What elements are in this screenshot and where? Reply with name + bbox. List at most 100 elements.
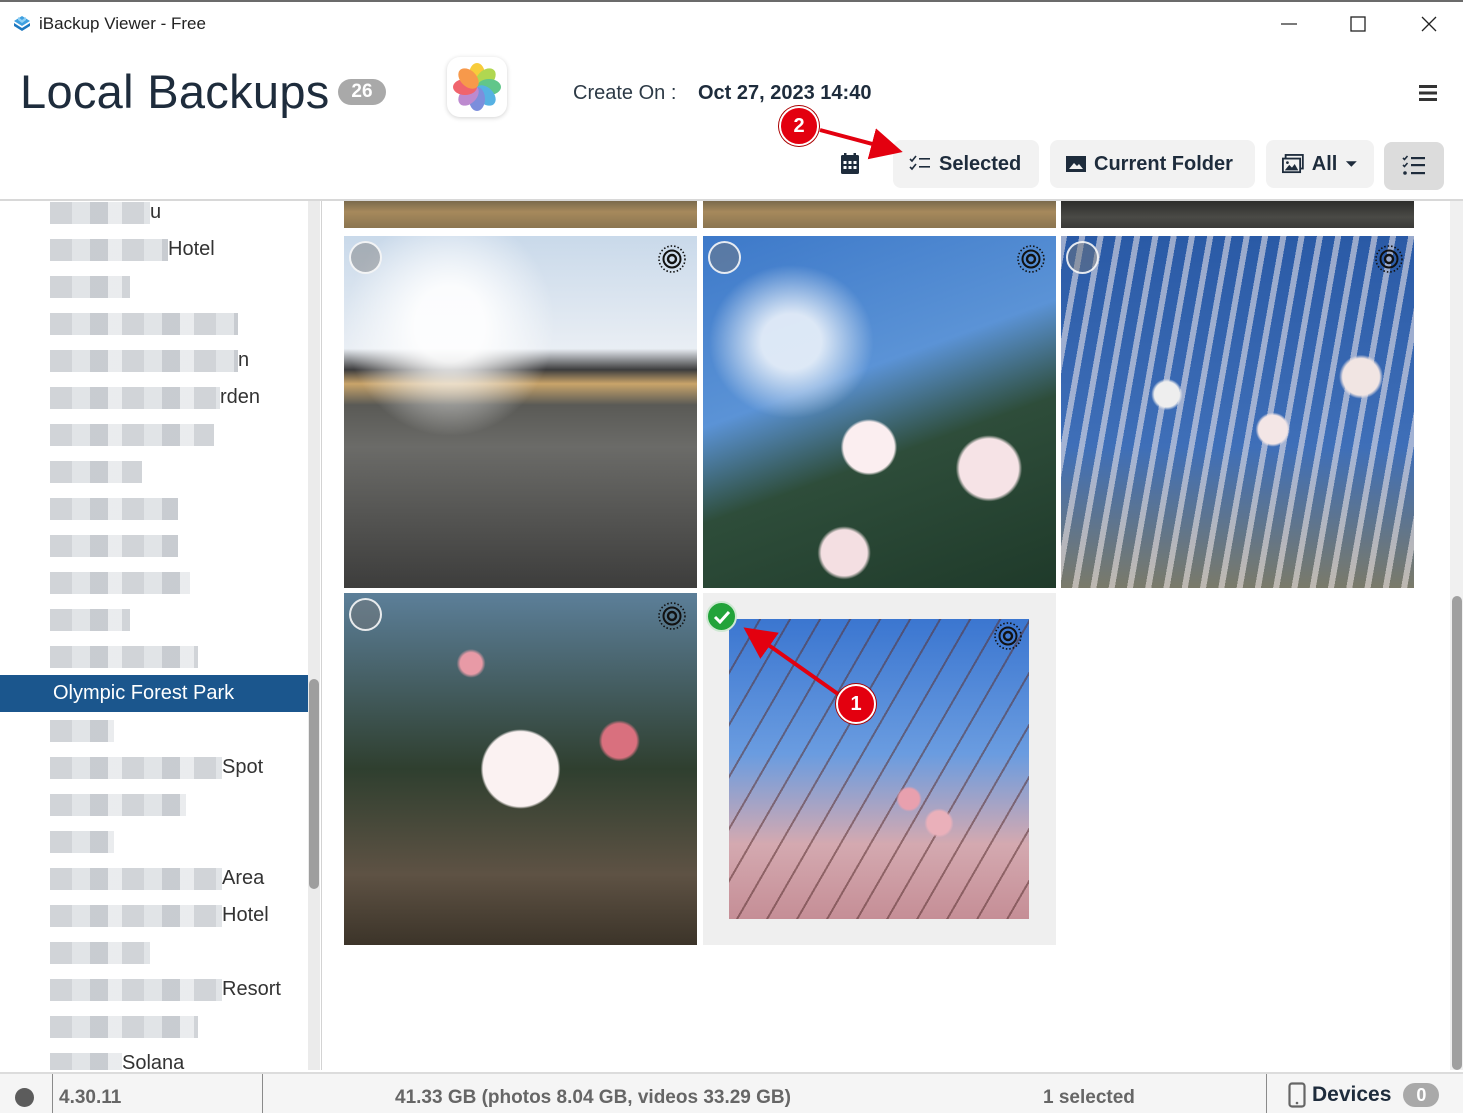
connection-status-icon [15,1088,34,1107]
sidebar-item-label: Solana [122,1052,185,1070]
caret-down-icon [1346,161,1358,167]
photo-image [729,619,1029,919]
redacted-text [50,460,142,483]
sidebar-item[interactable]: rden [0,379,308,416]
sidebar-item[interactable] [0,601,308,638]
selected-button-label: Selected [939,152,1022,175]
minimize-icon [1281,23,1297,25]
window-title: iBackup Viewer - Free [39,14,206,33]
redacted-text [50,719,114,742]
sidebar-item[interactable] [0,490,308,527]
photos-flower-icon [453,63,501,111]
sidebar-item[interactable] [0,305,308,342]
sidebar-item-label: Area [222,867,265,889]
redacted-text [50,534,178,557]
photos-app-icon[interactable] [447,57,507,117]
annotation-marker-2: 2 [779,106,819,146]
redacted-text [50,201,150,224]
photo-thumbnail[interactable] [1061,236,1414,588]
status-bar: 4.30.11 41.33 GB (photos 8.04 GB, videos… [0,1072,1463,1113]
sidebar-item[interactable]: Solana [0,1045,308,1070]
select-checkbox[interactable] [349,598,382,631]
select-checkbox[interactable] [708,241,741,274]
app-logo-icon [14,16,30,31]
redacted-text [50,423,214,446]
redacted-text [50,978,222,1001]
sidebar-item[interactable] [0,823,308,860]
sidebar-item[interactable] [0,268,308,305]
sidebar-item[interactable] [0,934,308,971]
sidebar-item[interactable] [0,786,308,823]
sidebar-item[interactable] [0,1008,308,1045]
redacted-text [50,1015,198,1038]
sidebar-item[interactable] [0,564,308,601]
photo-thumbnail[interactable] [344,593,697,945]
redacted-text [50,608,130,631]
minimize-button[interactable] [1266,8,1312,40]
menu-button[interactable] [1413,80,1443,106]
close-button[interactable] [1406,8,1452,40]
sidebar-item[interactable] [0,453,308,490]
create-on-label: Create On : [573,82,677,104]
selected-button[interactable]: Selected [893,140,1039,188]
create-on-value: Oct 27, 2023 14:40 [698,82,872,104]
redacted-text [50,386,220,409]
media-filter-dropdown[interactable]: All [1266,140,1374,188]
redacted-text [50,645,198,668]
photo-thumbnail[interactable] [703,236,1056,588]
maximize-button[interactable] [1335,8,1381,40]
sidebar-item[interactable]: Hotel [0,231,308,268]
redacted-text [50,867,222,890]
selection-count: 1 selected [1043,1087,1135,1108]
sidebar-item[interactable]: Hotel [0,897,308,934]
redacted-text [50,312,238,335]
devices-button[interactable]: Devices 0 [1288,1082,1440,1108]
live-photo-icon [1017,245,1045,273]
sidebar-item[interactable] [0,527,308,564]
sidebar-scrollbar-thumb[interactable] [309,679,319,889]
select-checkbox[interactable] [1066,241,1099,274]
selection-mode-toggle[interactable] [1384,142,1444,190]
sidebar-item[interactable] [0,712,308,749]
status-divider [1266,1074,1267,1113]
sidebar-item-label: Olympic Forest Park [53,682,235,704]
redacted-text [50,571,190,594]
page-title: Local Backups [20,65,330,118]
sidebar-item-active[interactable]: Olympic Forest Park [0,675,308,712]
photo-thumbnail-partial[interactable] [1061,201,1414,228]
annotation-arrow-2 [819,128,903,160]
folder-image-icon [1066,156,1086,172]
calendar-icon [841,153,859,174]
sidebar-item[interactable]: Spot [0,749,308,786]
redacted-text [50,1052,122,1070]
calendar-button[interactable] [836,150,864,178]
sidebar-item-label: Spot [222,756,264,778]
redacted-text [50,497,178,520]
current-folder-label: Current Folder [1094,152,1233,175]
storage-summary: 41.33 GB (photos 8.04 GB, videos 33.29 G… [395,1087,791,1108]
redacted-text [50,349,238,372]
sidebar-item[interactable] [0,638,308,675]
sidebar-item[interactable] [0,416,308,453]
photo-thumbnail[interactable] [344,236,697,588]
sidebar-item[interactable]: u [0,201,308,231]
live-photo-icon [994,622,1022,650]
album-sidebar: u Hotel n rden Olympic Forest Park Spot Area Ho… [0,201,322,1070]
selected-check-icon[interactable] [706,601,737,632]
devices-label: Devices [1312,1083,1392,1106]
sidebar-item[interactable]: Resort [0,971,308,1008]
redacted-text [50,793,186,816]
sidebar-item-label: Hotel [168,238,215,260]
grid-scrollbar-thumb[interactable] [1452,596,1462,1070]
title-bar: iBackup Viewer - Free [0,2,1463,46]
select-checkbox[interactable] [349,241,382,274]
sidebar-item-label: Resort [222,978,281,1000]
sidebar-item[interactable]: n [0,342,308,379]
status-divider [52,1074,53,1113]
sidebar-scrollbar-track[interactable] [308,201,320,1070]
current-folder-button[interactable]: Current Folder [1050,140,1255,188]
sidebar-item[interactable]: Area [0,860,308,897]
photo-thumbnail-partial[interactable] [344,201,697,228]
photo-thumbnail-selected[interactable] [703,593,1056,945]
photo-thumbnail-partial[interactable] [703,201,1056,228]
